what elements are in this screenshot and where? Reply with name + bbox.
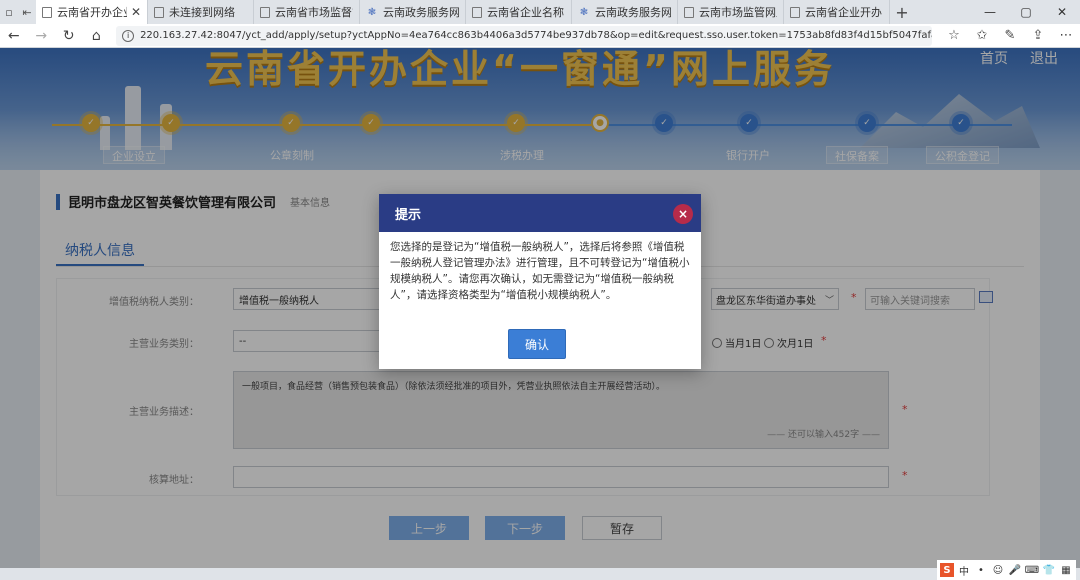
browser-tab[interactable]: ❃ 云南政务服务网 — [572, 0, 678, 24]
tab-title: 云南省开办企业 — [57, 6, 127, 19]
more-icon[interactable]: ⋯ — [1052, 24, 1080, 48]
home-icon[interactable]: ⌂ — [83, 24, 111, 48]
microphone-icon[interactable]: 🎤 — [1008, 563, 1022, 577]
gov-service-icon: ❃ — [579, 6, 589, 18]
browser-tab[interactable]: 云南省开办企业 ✕ — [36, 0, 148, 24]
tab-title: 云南市场监管网上办 — [699, 6, 777, 19]
address-bar: ← → ↻ ⌂ i 220.163.27.42:8047/yct_add/app… — [0, 24, 1080, 48]
refresh-icon[interactable]: ↻ — [55, 24, 83, 48]
dialog-title: 提示 — [395, 207, 422, 223]
browser-tab[interactable]: 云南省市场监督管理 — [254, 0, 360, 24]
page-icon — [42, 6, 52, 18]
page-icon — [684, 6, 694, 18]
tab-title: 云南省市场监督管理 — [275, 6, 353, 19]
browser-tab[interactable]: 云南市场监管网上办 — [678, 0, 784, 24]
skin-icon[interactable]: 👕 — [1042, 563, 1056, 577]
tab-title: 云南政务服务网 — [595, 6, 671, 19]
page-icon — [154, 6, 164, 18]
forward-icon[interactable]: → — [28, 24, 56, 48]
close-tab-icon[interactable]: ✕ — [131, 5, 141, 19]
sogou-ime-icon[interactable]: S — [940, 563, 954, 577]
tab-title: 云南省企业名称自主 — [487, 6, 565, 19]
dialog-header: 提示 × — [379, 194, 701, 232]
browser-tab[interactable]: ❃ 云南政务服务网 — [360, 0, 466, 24]
url-input[interactable]: i 220.163.27.42:8047/yct_add/apply/setup… — [116, 25, 932, 46]
browser-tab[interactable]: 云南省企业名称自主 — [466, 0, 572, 24]
ime-lang-indicator[interactable]: 中 — [957, 563, 971, 578]
confirm-button[interactable]: 确认 — [508, 329, 566, 359]
share-icon[interactable]: ⇪ — [1024, 24, 1052, 48]
url-text: 220.163.27.42:8047/yct_add/apply/setup?y… — [140, 30, 932, 41]
gov-service-icon: ❃ — [367, 6, 377, 18]
window-controls: — ▢ ✕ — [972, 0, 1080, 24]
back-tabs-icon[interactable]: ⇤ — [18, 0, 36, 24]
tab-actions-icon[interactable]: ▫ — [0, 0, 18, 24]
favorites-hub-icon[interactable]: ✩ — [968, 24, 996, 48]
tab-title: 未连接到网络 — [169, 6, 235, 19]
dialog-message: 您选择的是登记为“增值税一般纳税人”，选择后将参照《增值税一般纳税人登记管理办法… — [390, 241, 690, 301]
new-tab-icon[interactable]: + — [890, 0, 914, 24]
status-bar — [0, 568, 1080, 580]
page-icon — [260, 6, 270, 18]
tab-title: 云南省企业开办”一 — [805, 6, 883, 19]
close-window-icon[interactable]: ✕ — [1044, 0, 1080, 24]
site-info-icon[interactable]: i — [122, 29, 135, 42]
confirm-dialog: 提示 × 您选择的是登记为“增值税一般纳税人”，选择后将参照《增值税一般纳税人登… — [379, 194, 701, 369]
browser-tab[interactable]: 未连接到网络 — [148, 0, 254, 24]
close-icon[interactable]: × — [673, 204, 693, 224]
browser-tab[interactable]: 云南省企业开办”一 — [784, 0, 890, 24]
tab-title: 云南政务服务网 — [383, 6, 459, 19]
ime-toolbar: S 中 • ☺ 🎤 ⌨ 👕 ▦ — [937, 560, 1076, 580]
punctuation-icon[interactable]: • — [974, 563, 988, 577]
page-icon — [472, 6, 482, 18]
toolbox-icon[interactable]: ▦ — [1059, 563, 1073, 577]
page-icon — [790, 6, 800, 18]
minimize-icon[interactable]: — — [972, 0, 1008, 24]
pen-icon[interactable]: ✎ — [996, 24, 1024, 48]
maximize-icon[interactable]: ▢ — [1008, 0, 1044, 24]
browser-tab-strip: ▫ ⇤ 云南省开办企业 ✕ 未连接到网络 云南省市场监督管理 ❃ 云南政务服务网… — [0, 0, 1080, 24]
emoji-icon[interactable]: ☺ — [991, 563, 1005, 577]
favorite-star-icon[interactable]: ☆ — [940, 24, 968, 48]
back-icon[interactable]: ← — [0, 24, 28, 48]
keyboard-icon[interactable]: ⌨ — [1025, 563, 1039, 577]
